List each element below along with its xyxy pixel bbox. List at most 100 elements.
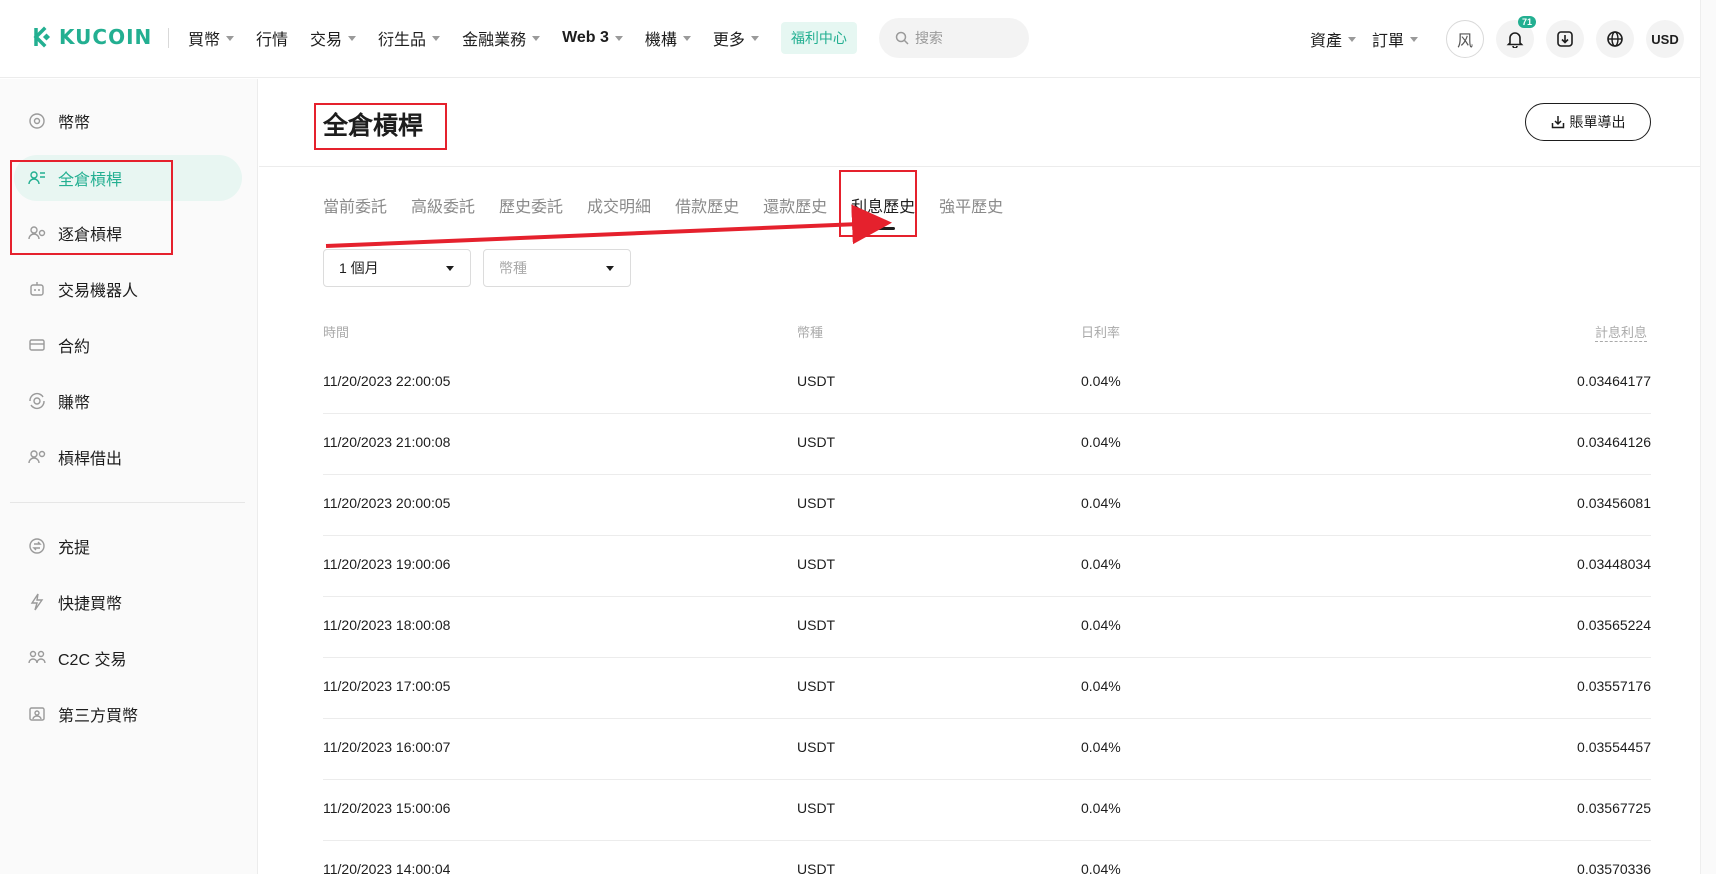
sidebar-item-label: 賺幣	[58, 395, 91, 412]
chevron-down-icon	[348, 35, 357, 41]
rewards-hub-link[interactable]: 福利中心	[780, 22, 857, 54]
tab-1[interactable]: 高級委託	[411, 193, 475, 217]
currency-select[interactable]: 幣種	[483, 249, 631, 287]
notification-button[interactable]: 71	[1496, 16, 1536, 58]
export-label: 賬單導出	[1569, 114, 1626, 130]
cell-rate: 0.04%	[1081, 495, 1121, 511]
notification-badge: 71	[1517, 16, 1536, 28]
nav-item-2[interactable]: 交易	[310, 26, 357, 50]
download-icon	[1557, 31, 1573, 47]
coin-icon	[29, 113, 45, 129]
page-scrollbar[interactable]	[1700, 0, 1716, 874]
tab-4[interactable]: 借款歷史	[675, 193, 739, 217]
sidebar-item-8[interactable]: 快捷買幣	[14, 579, 242, 625]
c2c-icon	[28, 650, 46, 664]
sidebar-divider	[10, 502, 245, 503]
sidebar-item-7[interactable]: 充提	[14, 523, 242, 569]
search-input[interactable]: 搜索	[878, 18, 1029, 58]
assets-label: 資產	[1309, 33, 1342, 50]
sidebar-item-label: 逐倉槓桿	[58, 227, 123, 244]
sidebar-item-label: 充提	[58, 540, 91, 557]
sidebar-item-0[interactable]: 幣幣	[14, 98, 242, 144]
globe-icon	[1607, 31, 1623, 47]
table-row: 11/20/2023 16:00:07 USDT 0.04% 0.03554457	[323, 719, 1651, 780]
chevron-down-icon	[750, 35, 759, 41]
sidebar-item-label: 全倉槓桿	[58, 172, 123, 189]
nav-item-7[interactable]: 更多	[713, 26, 759, 50]
cross-margin-icon	[28, 171, 45, 185]
assets-menu[interactable]: 資產	[1310, 27, 1356, 51]
period-select[interactable]: 1 個月	[323, 249, 471, 287]
cell-time: 11/20/2023 20:00:05	[323, 495, 451, 511]
sidebar-item-5[interactable]: 賺幣	[14, 378, 242, 424]
cell-currency: USDT	[797, 739, 836, 755]
kucoin-logo-icon	[33, 26, 51, 48]
download-app-button[interactable]	[1546, 20, 1584, 58]
nav-item-5[interactable]: Web 3	[562, 29, 623, 47]
nav-item-6[interactable]: 機構	[645, 26, 691, 50]
orders-menu[interactable]: 訂單	[1372, 27, 1418, 51]
currency-button[interactable]: USD	[1646, 20, 1684, 58]
chevron-down-icon	[682, 35, 691, 41]
tab-2[interactable]: 歷史委託	[499, 193, 563, 217]
cell-currency: USDT	[797, 617, 836, 633]
cell-time: 11/20/2023 17:00:05	[323, 678, 451, 694]
nav-item-1[interactable]: 行情	[256, 26, 288, 50]
table-row: 11/20/2023 22:00:05 USDT 0.04% 0.03464177	[323, 353, 1651, 414]
tab-5[interactable]: 還款歷史	[763, 193, 827, 217]
order-tabs: 當前委託 高級委託 歷史委託 成交明細 借款歷史 還款歷史 利息歷史 強平歷史	[323, 193, 1027, 217]
robot-icon	[30, 282, 44, 296]
table-row: 11/20/2023 21:00:08 USDT 0.04% 0.03464126	[323, 414, 1651, 475]
tab-7[interactable]: 強平歷史	[939, 193, 1003, 217]
kucoin-logo[interactable]: KUCOIN	[28, 24, 152, 50]
avatar[interactable]: 风	[1446, 20, 1484, 58]
tab-6[interactable]: 利息歷史	[851, 193, 915, 217]
caret-down-icon	[606, 266, 614, 271]
sidebar-item-4[interactable]: 合約	[14, 322, 242, 368]
table-row: 11/20/2023 17:00:05 USDT 0.04% 0.03557176	[323, 658, 1651, 719]
cell-currency: USDT	[797, 434, 836, 450]
cell-time: 11/20/2023 22:00:05	[323, 373, 451, 389]
period-value: 1 個月	[339, 260, 379, 276]
sidebar-item-10[interactable]: 第三方買幣	[14, 691, 242, 737]
nav-item-label: 機構	[644, 32, 677, 49]
sidebar-item-6[interactable]: 槓桿借出	[14, 434, 242, 480]
cell-rate: 0.04%	[1081, 556, 1121, 572]
futures-icon	[29, 339, 45, 351]
cell-rate: 0.04%	[1081, 434, 1121, 450]
nav-item-label: Web 3	[562, 29, 609, 46]
sidebar-item-2[interactable]: 逐倉槓桿	[14, 210, 242, 256]
nav-item-3[interactable]: 衍生品	[378, 26, 441, 50]
cell-rate: 0.04%	[1081, 617, 1121, 633]
sidebar-item-3[interactable]: 交易機器人	[14, 266, 242, 312]
cell-rate: 0.04%	[1081, 800, 1121, 816]
nav-item-label: 更多	[712, 32, 745, 49]
chevron-down-icon	[432, 35, 441, 41]
nav-item-label: 買幣	[188, 32, 221, 49]
column-header-currency: 幣種	[797, 325, 824, 340]
sidebar-item-label: 第三方買幣	[58, 708, 139, 725]
search-placeholder: 搜索	[914, 30, 943, 46]
cell-time: 11/20/2023 15:00:06	[323, 800, 451, 816]
chevron-down-icon	[1347, 36, 1356, 42]
cell-currency: USDT	[797, 373, 836, 389]
tab-0[interactable]: 當前委託	[323, 193, 387, 217]
cell-interest: 0.03554457	[1577, 739, 1651, 755]
export-statement-button[interactable]: 賬單導出	[1525, 103, 1651, 141]
deposit-withdraw-icon	[29, 538, 45, 554]
sidebar-item-9[interactable]: C2C 交易	[14, 635, 242, 681]
nav-item-label: 交易	[310, 32, 343, 49]
nav-item-0[interactable]: 買幣	[188, 26, 235, 50]
language-button[interactable]	[1596, 20, 1634, 58]
tab-3[interactable]: 成交明細	[587, 193, 651, 217]
nav-item-4[interactable]: 金融業務	[462, 26, 541, 50]
cell-currency: USDT	[797, 861, 836, 874]
cell-currency: USDT	[797, 495, 836, 511]
cell-interest: 0.03464177	[1577, 373, 1651, 389]
cell-time: 11/20/2023 16:00:07	[323, 739, 451, 755]
sidebar-item-1[interactable]: 全倉槓桿	[14, 155, 242, 201]
title-divider	[259, 166, 1700, 167]
column-header-interest[interactable]: 計息利息	[1595, 322, 1648, 342]
cell-rate: 0.04%	[1081, 678, 1121, 694]
sidebar-item-label: C2C 交易	[58, 652, 127, 669]
